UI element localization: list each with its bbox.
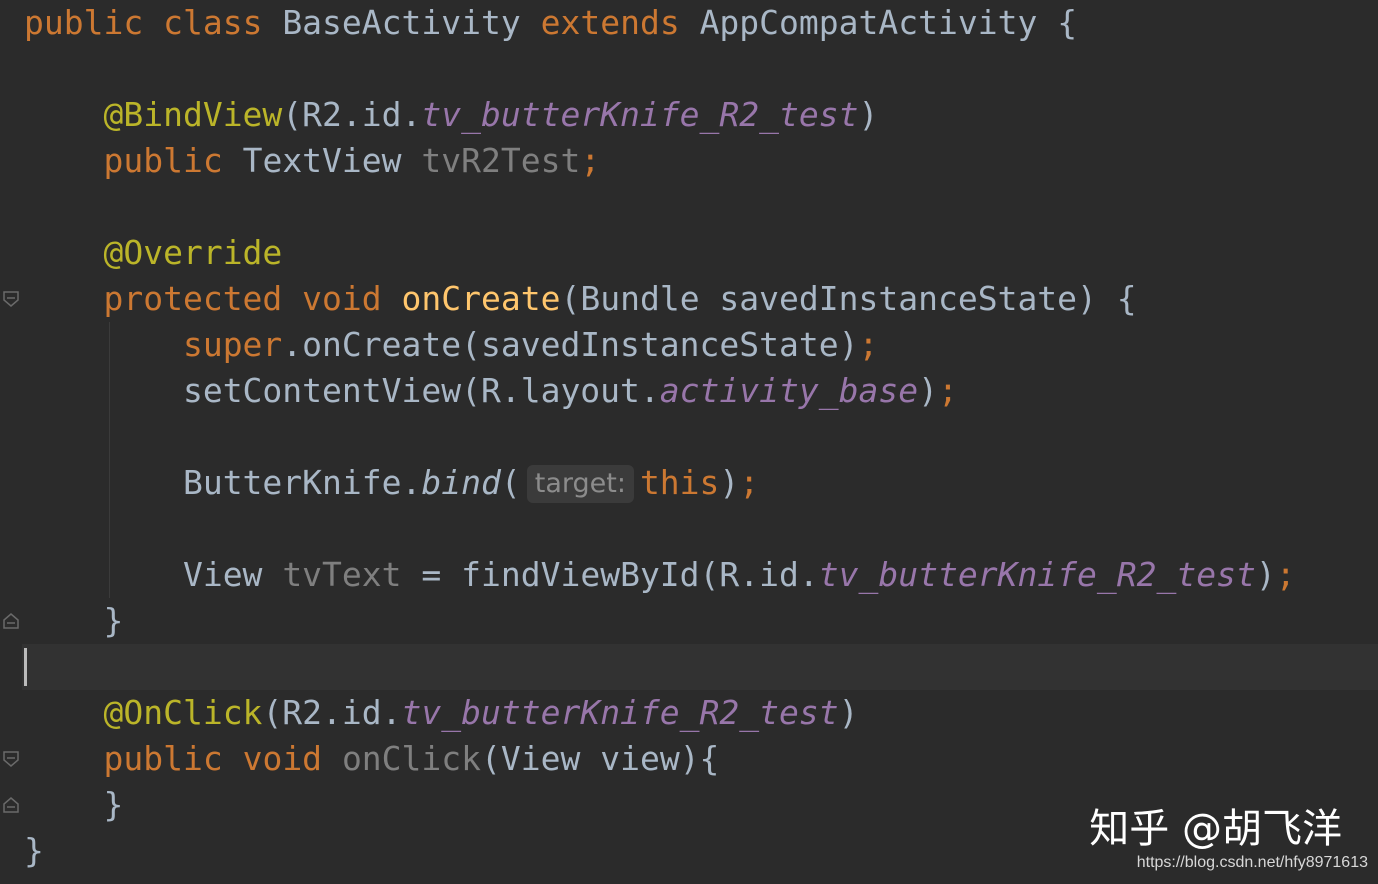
parameter-hint: target:: [526, 465, 634, 503]
annotation: @BindView: [103, 95, 283, 134]
static-method-name: bind: [421, 463, 501, 502]
code-text: .onCreate(savedInstanceState): [282, 325, 859, 364]
code-line-onclick-signature[interactable]: public void onClick(View view){: [24, 736, 719, 782]
keyword: this: [639, 463, 720, 502]
variable-name: tvR2Test: [421, 141, 581, 180]
code-line-override-annotation[interactable]: @Override: [24, 230, 282, 276]
field-reference: tv_butterKnife_R2_test: [401, 693, 839, 732]
semicolon: ;: [739, 463, 760, 502]
semicolon: ;: [580, 141, 601, 180]
code-line-close-brace[interactable]: }: [24, 598, 123, 644]
keyword: public: [103, 141, 223, 180]
code-line-class-close-brace[interactable]: }: [24, 828, 44, 874]
code-line-butterknife-bind[interactable]: ButterKnife.bind(target: this);: [24, 460, 759, 506]
code-text: ): [1255, 555, 1276, 594]
code-text: ): [838, 693, 859, 732]
brace: }: [103, 601, 124, 640]
method-name: onClick: [341, 739, 482, 778]
keyword: void: [302, 279, 382, 318]
code-line-super-oncreate[interactable]: super.onCreate(savedInstanceState);: [24, 322, 878, 368]
code-text: ): [918, 371, 938, 410]
code-line-textview-field[interactable]: public TextView tvR2Test;: [24, 138, 600, 184]
semicolon: ;: [1275, 555, 1296, 594]
text-caret: [24, 648, 27, 686]
keyword: public: [103, 739, 223, 778]
type-name: View: [182, 555, 263, 594]
parent-class: AppCompatActivity: [699, 3, 1038, 42]
code-line-class-declaration[interactable]: public class BaseActivity extends AppCom…: [24, 0, 1077, 46]
keyword: void: [242, 739, 323, 778]
fold-open-icon[interactable]: [2, 750, 20, 768]
fold-open-icon[interactable]: [2, 290, 20, 308]
brace: }: [24, 831, 44, 870]
field-reference: activity_base: [659, 371, 919, 410]
code-text: ): [719, 463, 740, 502]
current-line-highlight: [22, 644, 1378, 690]
editor-gutter: [0, 0, 22, 884]
field-reference: tv_butterKnife_R2_test: [421, 95, 859, 134]
code-editor[interactable]: public class BaseActivity extends AppCom…: [0, 0, 1378, 884]
code-line-close-brace[interactable]: }: [24, 782, 123, 828]
fold-close-icon[interactable]: [2, 796, 20, 814]
semicolon: ;: [858, 325, 879, 364]
keyword: protected: [103, 279, 283, 318]
code-text: (View view){: [481, 739, 720, 778]
code-text: (Bundle savedInstanceState) {: [560, 279, 1137, 318]
code-text: ButterKnife.: [182, 463, 422, 502]
brace: }: [103, 785, 124, 824]
code-text: ): [858, 95, 879, 134]
code-line-bindview-annotation[interactable]: @BindView(R2.id.tv_butterKnife_R2_test): [24, 92, 878, 138]
code-line-oncreate-signature[interactable]: protected void onCreate(Bundle savedInst…: [24, 276, 1137, 322]
code-text: (R2.id.: [262, 693, 402, 732]
keyword: extends: [540, 3, 680, 42]
semicolon: ;: [937, 371, 958, 410]
code-text: (R2.id.: [282, 95, 422, 134]
annotation: @OnClick: [103, 693, 263, 732]
keyword: public: [24, 3, 144, 42]
code-line-onclick-annotation[interactable]: @OnClick(R2.id.tv_butterKnife_R2_test): [24, 690, 858, 736]
code-line-findviewbyid[interactable]: View tvText = findViewById(R.id.tv_butte…: [24, 552, 1296, 598]
method-name: onCreate: [401, 279, 561, 318]
code-text: (: [500, 463, 521, 502]
keyword: class: [163, 3, 263, 42]
watermark: 知乎 @胡飞洋: [1089, 806, 1342, 852]
type-name: TextView: [242, 141, 402, 180]
keyword: super: [182, 325, 283, 364]
code-line-setcontentview[interactable]: setContentView(R.layout.activity_base);: [24, 368, 958, 414]
variable-name: tvText: [282, 555, 402, 594]
field-reference: tv_butterKnife_R2_test: [818, 555, 1256, 594]
code-text: = findViewById(R.id.: [401, 555, 819, 594]
fold-close-icon[interactable]: [2, 612, 20, 630]
annotation: @Override: [103, 233, 283, 272]
code-text: setContentView(R.layout.: [182, 371, 660, 410]
class-name: BaseActivity: [282, 3, 521, 42]
brace: {: [1057, 3, 1078, 42]
source-url: https://blog.csdn.net/hfy8971613: [1136, 854, 1368, 871]
